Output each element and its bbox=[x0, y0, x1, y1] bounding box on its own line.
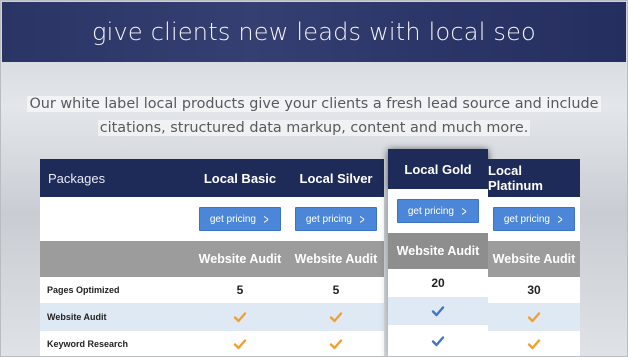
hero-banner: give clients new leads with local seo bbox=[2, 2, 626, 62]
check-icon bbox=[527, 312, 541, 323]
keyword-research-check bbox=[192, 331, 288, 357]
get-pricing-label: get pricing bbox=[305, 213, 352, 225]
intro-line-2: citations, structured data markup, conte… bbox=[97, 120, 531, 136]
plan-button-cell: get pricing > bbox=[488, 197, 580, 241]
website-audit-check bbox=[388, 297, 488, 325]
row-label-pages-optimized: Pages Optimized bbox=[40, 277, 192, 303]
keyword-research-check bbox=[288, 331, 384, 357]
plan-name: Local Basic bbox=[192, 159, 288, 197]
get-pricing-label: get pricing bbox=[209, 213, 256, 225]
plan-button-cell: get pricing > bbox=[388, 189, 488, 233]
chevron-right-icon: > bbox=[557, 211, 563, 227]
get-pricing-button[interactable]: get pricing > bbox=[397, 199, 479, 223]
website-audit-check bbox=[288, 303, 384, 331]
pricing-table: Packages Pages Optimized Website Audit K… bbox=[40, 149, 580, 357]
plan-button-cell: get pricing > bbox=[288, 197, 384, 241]
chevron-right-icon: > bbox=[359, 211, 365, 227]
check-icon bbox=[527, 339, 541, 350]
hero-title: give clients new leads with local seo bbox=[92, 18, 536, 46]
check-icon bbox=[431, 336, 445, 347]
plan-name: Local Gold bbox=[388, 149, 488, 189]
get-pricing-label: get pricing bbox=[407, 205, 454, 217]
packages-sub-spacer bbox=[40, 241, 192, 277]
intro-line-1: Our white label local products give your… bbox=[27, 96, 601, 112]
get-pricing-button[interactable]: get pricing > bbox=[199, 207, 281, 231]
website-audit-check bbox=[192, 303, 288, 331]
check-icon bbox=[329, 312, 343, 323]
check-icon bbox=[431, 306, 445, 317]
chevron-right-icon: > bbox=[461, 203, 467, 219]
pages-optimized-value: 5 bbox=[288, 277, 384, 303]
packages-header: Packages bbox=[40, 159, 192, 197]
plan-subheader: Website Audit bbox=[388, 233, 488, 269]
plan-button-cell: get pricing > bbox=[192, 197, 288, 241]
plan-name: Local Platinum bbox=[488, 159, 580, 197]
plan-subheader: Website Audit bbox=[488, 241, 580, 277]
plan-name: Local Silver bbox=[288, 159, 384, 197]
check-icon bbox=[233, 312, 247, 323]
chevron-right-icon: > bbox=[263, 211, 269, 227]
check-icon bbox=[329, 339, 343, 350]
website-audit-check bbox=[488, 303, 580, 331]
pages-optimized-value: 30 bbox=[488, 277, 580, 303]
packages-button-spacer bbox=[40, 197, 192, 241]
get-pricing-button[interactable]: get pricing > bbox=[295, 207, 377, 231]
get-pricing-label: get pricing bbox=[503, 213, 550, 225]
keyword-research-check bbox=[388, 325, 488, 357]
get-pricing-button[interactable]: get pricing > bbox=[493, 207, 575, 231]
plan-subheader: Website Audit bbox=[192, 241, 288, 277]
pages-optimized-value: 20 bbox=[388, 269, 488, 297]
row-label-website-audit: Website Audit bbox=[40, 303, 192, 331]
keyword-research-check bbox=[488, 331, 580, 357]
plan-subheader: Website Audit bbox=[288, 241, 384, 277]
pages-optimized-value: 5 bbox=[192, 277, 288, 303]
intro-text: Our white label local products give your… bbox=[0, 92, 628, 140]
check-icon bbox=[233, 339, 247, 350]
row-label-keyword-research: Keyword Research bbox=[40, 331, 192, 357]
